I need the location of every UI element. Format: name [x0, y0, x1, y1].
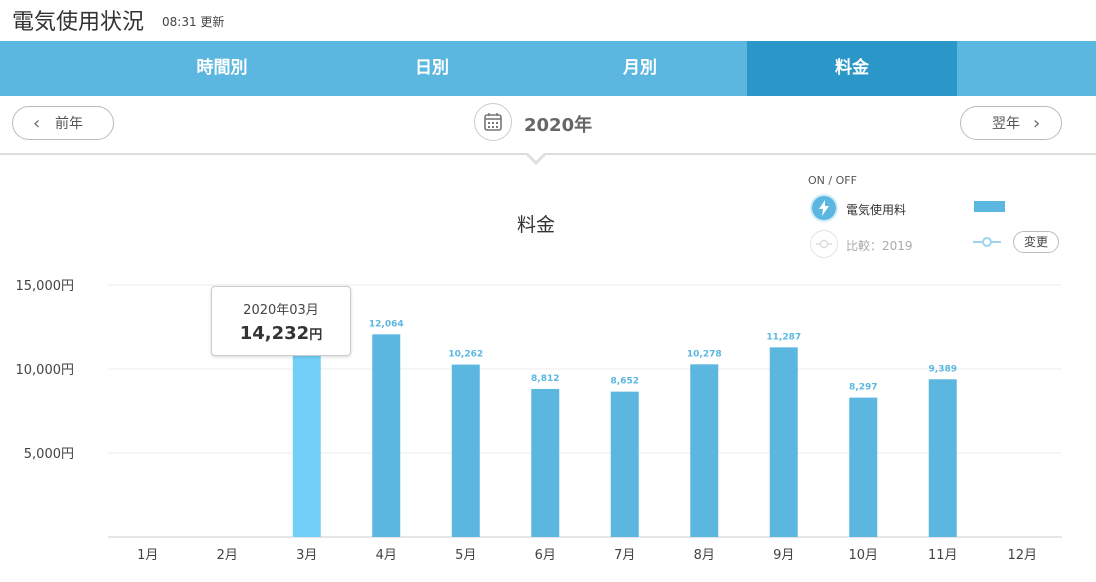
- page-title: 電気使用状況: [12, 10, 145, 35]
- onoff-label: ON / OFF: [808, 174, 857, 187]
- bar[interactable]: [372, 334, 401, 537]
- page-header: 電気使用状況 08:31 更新: [0, 0, 1096, 40]
- x-tick-label: 1月: [137, 548, 158, 563]
- change-compare-button[interactable]: 変更: [1013, 231, 1059, 253]
- tab-bar: 時間別 日別 月別 料金: [0, 41, 1096, 96]
- update-time: 08:31 更新: [162, 15, 225, 29]
- current-year: 2020年: [524, 115, 593, 136]
- y-tick-label: 5,000円: [24, 447, 74, 462]
- data-label: 8,297: [849, 383, 877, 393]
- bar[interactable]: [769, 347, 798, 537]
- data-label: 12,064: [369, 319, 404, 329]
- data-label: 9,389: [929, 364, 957, 374]
- legend-compare-toggle[interactable]: 比較：2019: [808, 230, 1003, 262]
- data-label: 11,287: [766, 332, 801, 342]
- prev-year-button[interactable]: ‹ 前年: [12, 106, 114, 140]
- bar[interactable]: [451, 364, 480, 537]
- x-tick-label: 12月: [1007, 548, 1037, 563]
- data-label: 10,262: [448, 350, 483, 360]
- chart-legend: ON / OFF 電気使用料 比較：2019 変更: [808, 174, 1078, 264]
- tooltip-date: 2020年03月: [243, 303, 319, 318]
- next-year-button[interactable]: 翌年 ›: [960, 106, 1062, 140]
- data-label: 8,652: [611, 377, 639, 387]
- legend-compare-label: 比較：2019: [846, 239, 913, 253]
- lightning-icon: [810, 194, 838, 222]
- tab-daily[interactable]: 日別: [362, 41, 502, 96]
- x-tick-label: 5月: [455, 548, 476, 563]
- tab-charges[interactable]: 料金: [747, 41, 957, 96]
- chart-title: 料金: [517, 214, 556, 236]
- data-label: 10,278: [687, 349, 722, 359]
- bar[interactable]: [928, 379, 957, 537]
- y-tick-label: 10,000円: [16, 363, 75, 378]
- year-navigation: ‹ 前年 2020年 翌年 ›: [0, 96, 1096, 155]
- bar[interactable]: [531, 388, 560, 537]
- legend-series-toggle[interactable]: 電気使用料: [808, 194, 1078, 226]
- compare-line-icon: [972, 234, 1002, 254]
- chevron-right-icon: ›: [1033, 113, 1041, 134]
- x-tick-label: 11月: [928, 548, 958, 563]
- x-tick-label: 3月: [296, 548, 317, 563]
- tab-hourly[interactable]: 時間別: [152, 41, 292, 96]
- compare-toggle-icon: [810, 230, 838, 258]
- data-label: 8,812: [531, 374, 559, 384]
- bar[interactable]: [610, 391, 639, 537]
- x-tick-label: 9月: [773, 548, 794, 563]
- bar[interactable]: [849, 397, 878, 537]
- x-tick-label: 2月: [217, 548, 238, 563]
- legend-series-swatch: [974, 201, 1005, 212]
- tooltip-value: 14,232円: [239, 323, 323, 344]
- x-tick-label: 6月: [535, 548, 556, 563]
- bar-chart: 5,000円 10,000円 15,000円 1月 2月 3月 12,064 4月 10,262…: [16, 279, 1062, 563]
- calendar-icon[interactable]: [474, 103, 512, 141]
- x-tick-label: 8月: [694, 548, 715, 563]
- tab-monthly[interactable]: 月別: [570, 41, 710, 96]
- x-tick-label: 10月: [848, 548, 878, 563]
- bar[interactable]: [690, 364, 719, 537]
- bar-tooltip: 2020年03月 14,232円: [211, 286, 351, 356]
- chevron-left-icon: ‹: [33, 113, 41, 134]
- legend-series-label: 電気使用料: [846, 203, 907, 217]
- x-tick-label: 7月: [614, 548, 635, 563]
- year-pointer: [524, 151, 548, 165]
- y-tick-label: 15,000円: [16, 279, 75, 294]
- x-tick-label: 4月: [376, 548, 397, 563]
